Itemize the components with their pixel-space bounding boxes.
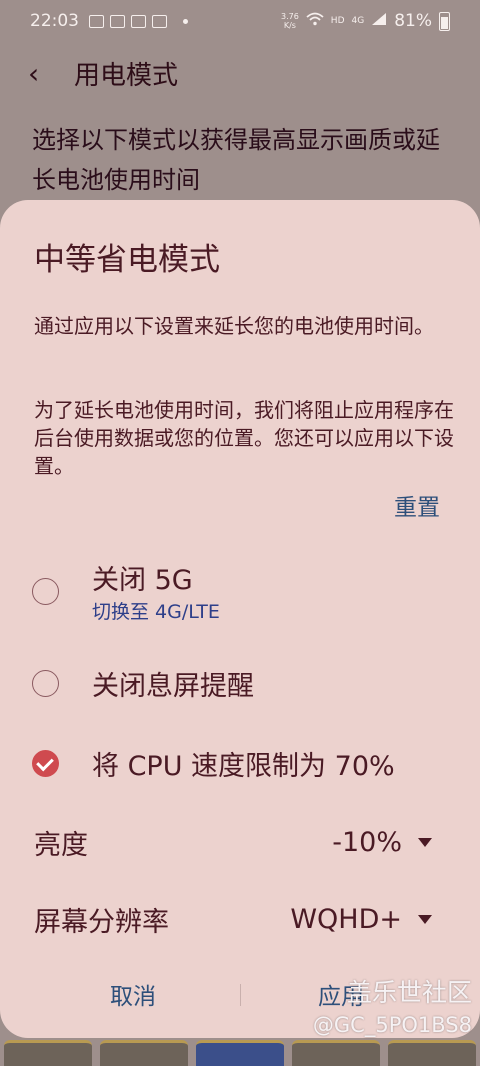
signal-icon xyxy=(371,11,387,31)
background-tile xyxy=(292,1040,380,1066)
option-sublabel: 切换至 4G/LTE xyxy=(92,601,220,623)
power-mode-dialog: 中等省电模式 通过应用以下设置来延长您的电池使用时间。 为了延长电池使用时间，我… xyxy=(0,200,480,1038)
brightness-value[interactable]: -10% xyxy=(332,827,402,858)
dialog-description-detail: 为了延长电池使用时间，我们将阻止应用程序在后台使用数据或您的位置。您还可以应用以… xyxy=(34,398,454,478)
checkbox-disable-5g[interactable] xyxy=(32,578,59,605)
dialog-description: 通过应用以下设置来延长您的电池使用时间。 xyxy=(34,314,434,338)
page-description: 选择以下模式以获得最高显示画质或延长电池使用时间 xyxy=(32,126,440,194)
hd-label: HD xyxy=(330,16,345,26)
option-label: 关闭息屏提醒 xyxy=(92,671,254,702)
resolution-label: 屏幕分辨率 xyxy=(34,906,169,938)
checkbox-disable-always-on-display[interactable] xyxy=(32,670,59,697)
lte-label: 4G xyxy=(351,16,365,26)
cancel-button[interactable]: 取消 xyxy=(110,977,156,1011)
net-speed: 3.76 K/s xyxy=(281,12,299,30)
app-notification-icon xyxy=(152,14,167,28)
checkbox-limit-cpu[interactable] xyxy=(32,750,59,777)
status-left: 22:03 xyxy=(30,11,188,31)
background-tile xyxy=(196,1040,284,1066)
dropdown-caret-icon[interactable] xyxy=(418,914,432,924)
resolution-value[interactable]: WQHD+ xyxy=(290,904,402,935)
reset-button[interactable]: 重置 xyxy=(394,488,440,522)
brightness-label: 亮度 xyxy=(34,829,88,861)
option-limit-cpu[interactable]: 将 CPU 速度限制为 70% xyxy=(0,742,480,786)
back-button[interactable]: ‹ xyxy=(28,57,68,90)
wifi-icon xyxy=(306,11,324,31)
resolution-row[interactable]: 屏幕分辨率 WQHD+ xyxy=(34,897,434,941)
more-notifications-dot xyxy=(183,18,188,24)
app-notification-icon xyxy=(131,14,146,28)
watermark-brand: 盖乐世社区 xyxy=(346,978,472,1007)
background-tile xyxy=(388,1040,476,1066)
background-tiles xyxy=(0,1040,480,1066)
dialog-title: 中等省电模式 xyxy=(34,242,220,278)
net-speed-unit: K/s xyxy=(283,21,296,30)
option-disable-5g[interactable]: 关闭 5G 切换至 4G/LTE xyxy=(0,558,480,628)
option-label: 将 CPU 速度限制为 70% xyxy=(92,751,395,782)
message-icon xyxy=(89,14,104,28)
option-disable-always-on-display[interactable]: 关闭息屏提醒 xyxy=(0,662,480,706)
status-time: 22:03 xyxy=(30,11,79,31)
status-bar: 22:03 3.76 K/s HD 4G 81% xyxy=(0,0,480,42)
battery-icon xyxy=(439,11,450,31)
dropdown-caret-icon[interactable] xyxy=(418,837,432,847)
page-title: 用电模式 xyxy=(74,60,179,91)
weibo-icon xyxy=(110,14,125,28)
battery-percent: 81% xyxy=(394,11,432,31)
net-speed-value: 3.76 xyxy=(280,12,299,21)
watermark: 盖乐世社区 @GC_5PO1BS8 xyxy=(313,976,472,1040)
option-label: 关闭 5G xyxy=(92,565,193,596)
background-tile xyxy=(4,1040,92,1066)
watermark-user: @GC_5PO1BS8 xyxy=(312,1013,472,1037)
background-tile xyxy=(100,1040,188,1066)
page-header: ‹ 用电模式 xyxy=(0,48,480,98)
status-right: 3.76 K/s HD 4G 81% xyxy=(281,11,450,31)
action-divider xyxy=(240,984,241,1006)
brightness-row[interactable]: 亮度 -10% xyxy=(34,820,434,864)
